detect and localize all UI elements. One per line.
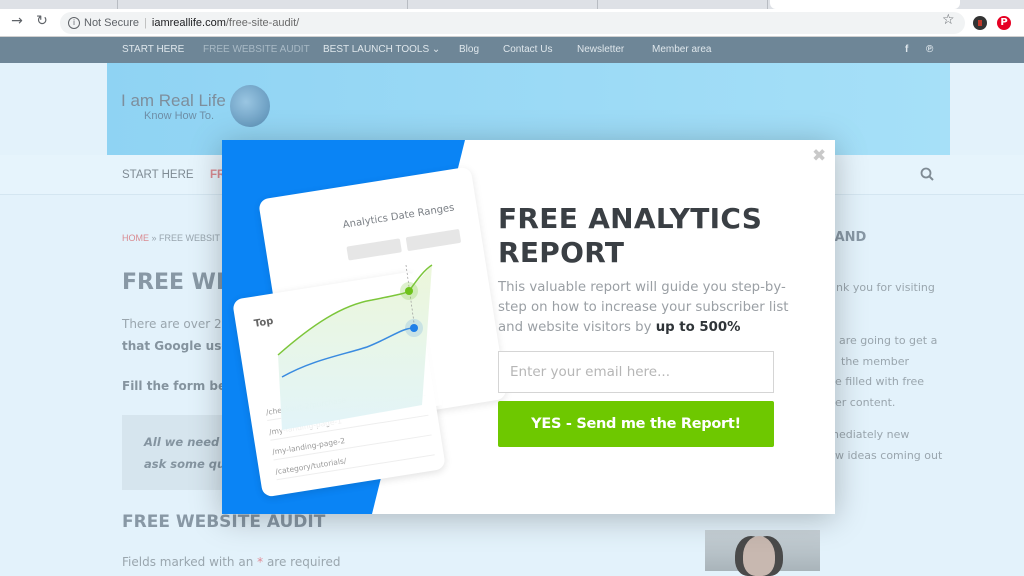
globe-logo-icon[interactable] bbox=[230, 85, 270, 127]
logo-tagline: Know How To. bbox=[144, 110, 215, 122]
security-label: Not Secure bbox=[84, 17, 140, 29]
url-omnibox[interactable]: i Not Secure | iamreallife.com/free-site-au… bbox=[60, 12, 965, 34]
chart-point-green bbox=[405, 287, 413, 295]
analytics-card-title: Analytics Date Ranges bbox=[342, 202, 456, 231]
pinterest-icon[interactable]: ℗ bbox=[926, 37, 933, 63]
reload-icon[interactable]: ↻ bbox=[32, 13, 52, 29]
forward-icon[interactable]: → bbox=[7, 13, 27, 29]
intro-text-bold: that Google uses bbox=[122, 339, 237, 353]
topnav-blog[interactable]: Blog bbox=[459, 37, 479, 63]
search-icon[interactable] bbox=[920, 167, 934, 181]
topnav-contact-us[interactable]: Contact Us bbox=[503, 37, 552, 63]
sidebar-text: the member bbox=[841, 355, 910, 368]
required-suffix: are required bbox=[263, 555, 341, 569]
section-title: FREE WEBSITE AUDIT bbox=[122, 512, 326, 532]
fill-form-text: Fill the form bel bbox=[122, 379, 231, 393]
top-navigation: START HERE FREE WEBSITE AUDIT BEST LAUNC… bbox=[0, 37, 1024, 63]
modal-title-line: REPORT bbox=[498, 236, 625, 269]
browser-tab[interactable] bbox=[598, 0, 768, 9]
sidebar-text: nk you for visiting bbox=[836, 281, 935, 294]
breadcrumb-current: FREE WEBSIT bbox=[159, 233, 221, 243]
browser-tab[interactable] bbox=[0, 0, 118, 9]
optin-modal: Analytics Date Ranges Top /checkout-2/pu… bbox=[222, 140, 835, 514]
close-icon[interactable]: ✖ bbox=[812, 146, 826, 166]
breadcrumb-separator: » bbox=[151, 233, 157, 243]
url-domain: iamreallife.com bbox=[151, 17, 226, 29]
chart-point-blue bbox=[410, 324, 418, 332]
topnav-newsletter[interactable]: Newsletter bbox=[577, 37, 624, 63]
browser-tab[interactable] bbox=[408, 0, 598, 9]
page-title: FREE WE bbox=[122, 270, 231, 295]
modal-title: FREE ANALYTICS REPORT bbox=[498, 202, 762, 270]
browser-tab-strip bbox=[0, 0, 1024, 9]
sidebar-text: er content. bbox=[835, 396, 896, 409]
send-report-button[interactable]: YES - Send me the Report! bbox=[498, 401, 774, 447]
required-note: Fields marked with an * are required bbox=[122, 555, 340, 569]
required-prefix: Fields marked with an bbox=[122, 555, 258, 569]
pinterest-extension-icon[interactable]: P bbox=[997, 16, 1011, 30]
breadcrumb-home[interactable]: HOME bbox=[122, 233, 149, 243]
bookmark-star-icon[interactable]: ☆ bbox=[942, 12, 955, 28]
mainnav-start-here[interactable]: START HERE bbox=[122, 155, 194, 195]
address-bar-row: → ↻ i Not Secure | iamreallife.com/free-sit… bbox=[0, 9, 1024, 37]
sidebar-text: w ideas coming out bbox=[835, 449, 943, 462]
topnav-best-launch-tools[interactable]: BEST LAUNCH TOOLS ⌄ bbox=[323, 37, 440, 63]
url-path: /free-site-audit/ bbox=[225, 17, 300, 29]
date-range-pill bbox=[405, 228, 462, 252]
logo-title[interactable]: I am Real Life bbox=[121, 91, 226, 111]
quote-line: All we need is bbox=[144, 435, 235, 449]
breadcrumb: HOME » FREE WEBSIT bbox=[122, 233, 220, 243]
sidebar-text: are going to get a bbox=[839, 334, 938, 347]
quote-line: ask some que bbox=[144, 457, 234, 471]
browser-tab[interactable] bbox=[118, 0, 408, 9]
modal-description: This valuable report will guide you step… bbox=[498, 278, 798, 338]
modal-description-highlight: up to 500% bbox=[655, 320, 741, 335]
email-input[interactable] bbox=[498, 351, 774, 393]
browser-tab-active[interactable] bbox=[770, 0, 960, 9]
topnav-start-here[interactable]: START HERE bbox=[122, 37, 184, 63]
intro-text: There are over 20 bbox=[122, 317, 230, 331]
facebook-icon[interactable]: f bbox=[905, 37, 908, 63]
sidebar-text: nediately new bbox=[832, 428, 910, 441]
topnav-member-area[interactable]: Member area bbox=[652, 37, 711, 63]
extension-icon[interactable] bbox=[973, 16, 987, 30]
topnav-free-website-audit[interactable]: FREE WEBSITE AUDIT bbox=[203, 37, 310, 63]
info-icon[interactable]: i bbox=[68, 17, 80, 30]
author-photo bbox=[705, 530, 820, 576]
modal-description-text: This valuable report will guide you step… bbox=[498, 280, 789, 335]
sidebar-text: e filled with free bbox=[835, 375, 925, 388]
modal-title-line: FREE ANALYTICS bbox=[498, 202, 763, 235]
illustration-line-chart bbox=[277, 255, 442, 435]
